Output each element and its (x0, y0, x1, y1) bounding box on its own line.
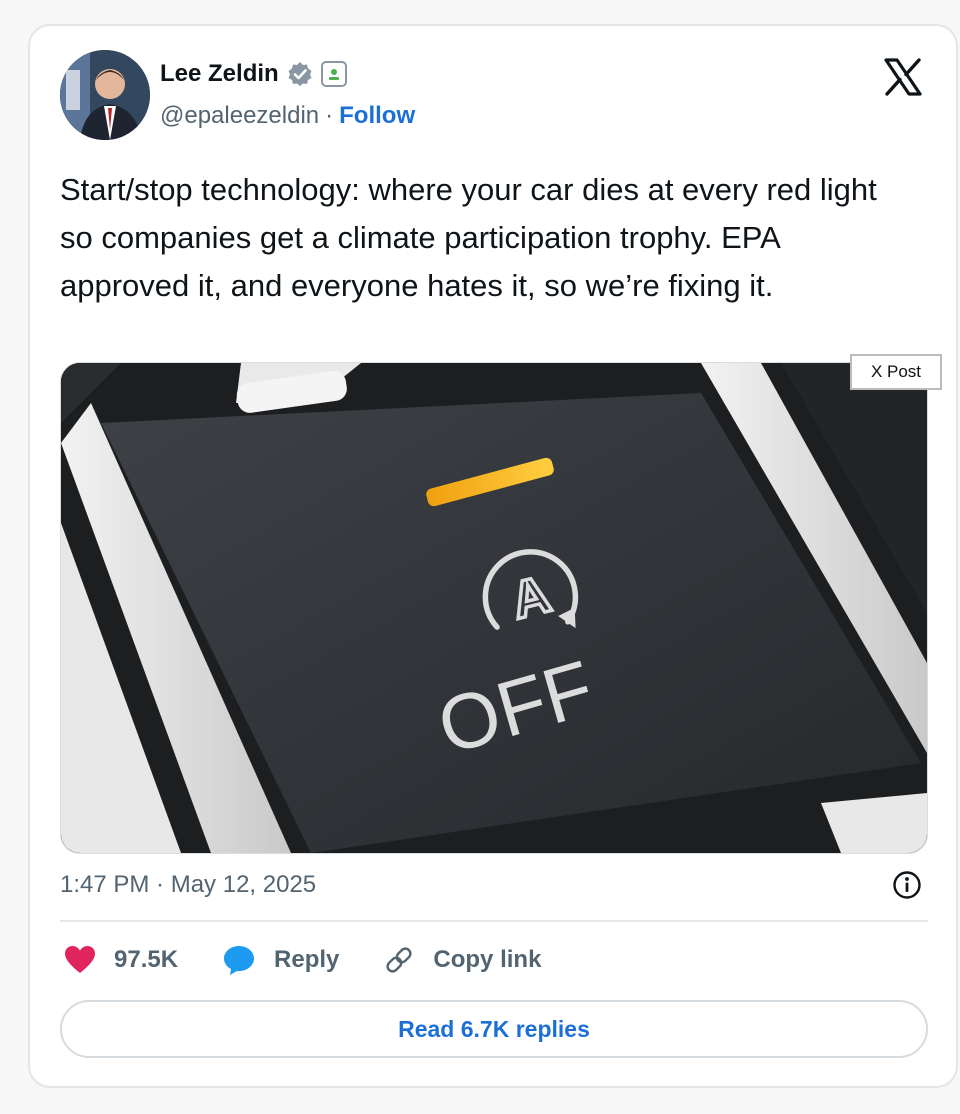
author-name-row: Lee Zeldin (160, 60, 347, 88)
reply-button[interactable]: Reply (222, 944, 339, 976)
follow-button[interactable]: Follow (339, 102, 415, 130)
like-count: 97.5K (114, 946, 179, 973)
reply-bubble-icon (222, 944, 256, 976)
read-replies-button[interactable]: Read 6.7K replies (60, 1000, 928, 1058)
tweet-card: Lee Zeldin @epaleezeldin · Follow Start/… (28, 24, 958, 1088)
info-icon[interactable] (892, 870, 922, 900)
divider (60, 920, 928, 922)
x-post-tag: X Post (850, 354, 942, 390)
link-icon (383, 944, 415, 976)
handle-row: @epaleezeldin · Follow (160, 102, 415, 130)
tweet-media-image[interactable]: A OFF (60, 362, 928, 854)
tweet-timestamp[interactable]: 1:47 PM · May 12, 2025 (60, 871, 316, 899)
tweet-text: Start/stop technology: where your car di… (60, 172, 877, 303)
author-name[interactable]: Lee Zeldin (160, 60, 279, 88)
separator-dot: · (325, 102, 334, 129)
reply-label: Reply (274, 946, 340, 973)
avatar[interactable] (60, 50, 150, 140)
like-button[interactable]: 97.5K (64, 945, 178, 975)
x-logo-icon[interactable] (882, 56, 924, 98)
action-bar: 97.5K Reply Copy link (64, 944, 585, 976)
heart-icon (64, 945, 96, 975)
government-affiliation-icon (320, 61, 347, 87)
author-handle[interactable]: @epaleezeldin (160, 102, 319, 130)
verified-badge-icon (287, 61, 313, 87)
copy-link-label: Copy link (433, 946, 542, 973)
copy-link-button[interactable]: Copy link (383, 944, 541, 976)
